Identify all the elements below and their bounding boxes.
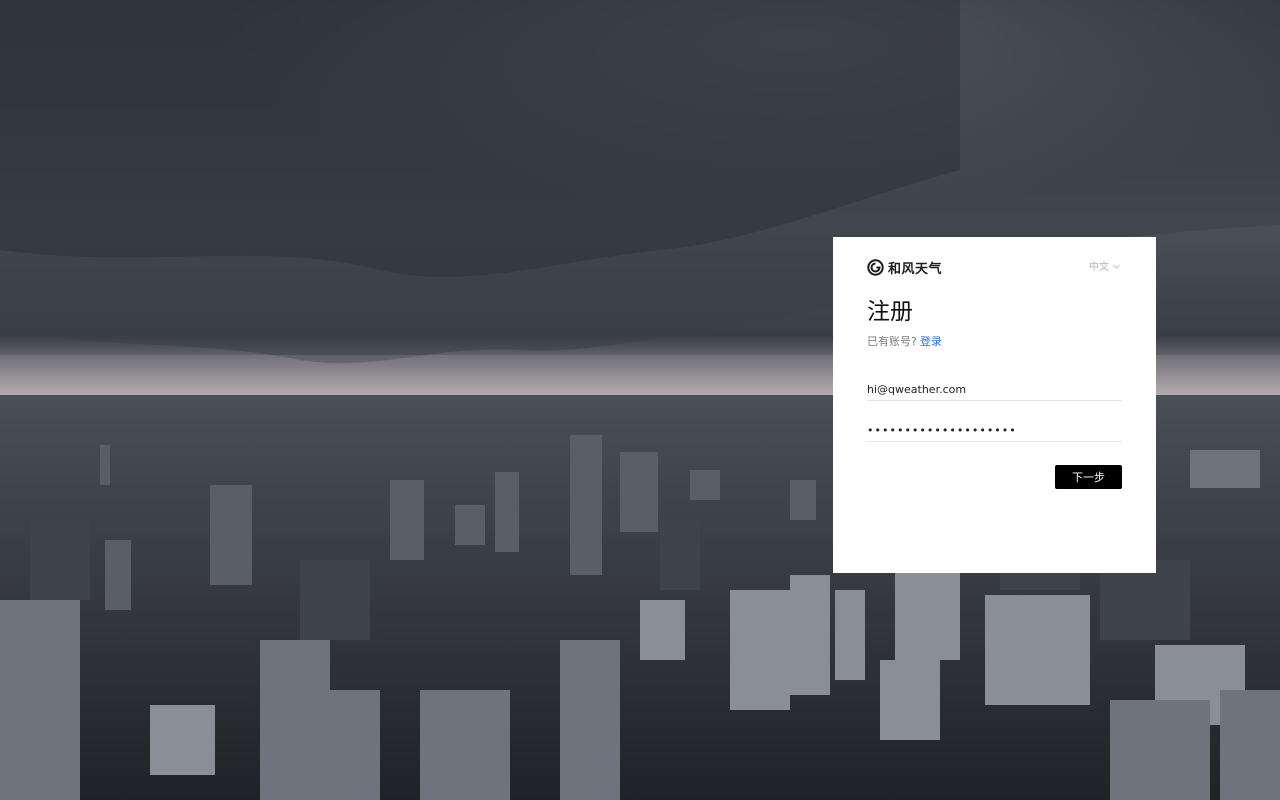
brand-logo[interactable]: 和风天气: [867, 258, 943, 277]
brand-name: 和风天气: [888, 261, 943, 277]
qweather-logo-icon: [867, 258, 884, 276]
password-field-wrapper: [867, 419, 1122, 442]
email-field-wrapper: [867, 378, 1122, 401]
login-link[interactable]: 登录: [920, 335, 942, 348]
page-title: 注册: [867, 299, 913, 325]
login-prompt: 已有账号? 登录: [867, 334, 942, 350]
chevron-down-icon: [1113, 262, 1120, 269]
email-field[interactable]: [867, 378, 1122, 401]
signup-card: 和风天气 中文 注册 已有账号?登录 下一步: [833, 237, 1156, 573]
language-label: 中文: [1089, 262, 1109, 273]
next-step-button[interactable]: 下一步: [1055, 465, 1122, 489]
password-field[interactable]: [867, 419, 1122, 442]
language-selector[interactable]: 中文: [1089, 258, 1120, 273]
has-account-text: 已有账号?: [867, 335, 917, 348]
